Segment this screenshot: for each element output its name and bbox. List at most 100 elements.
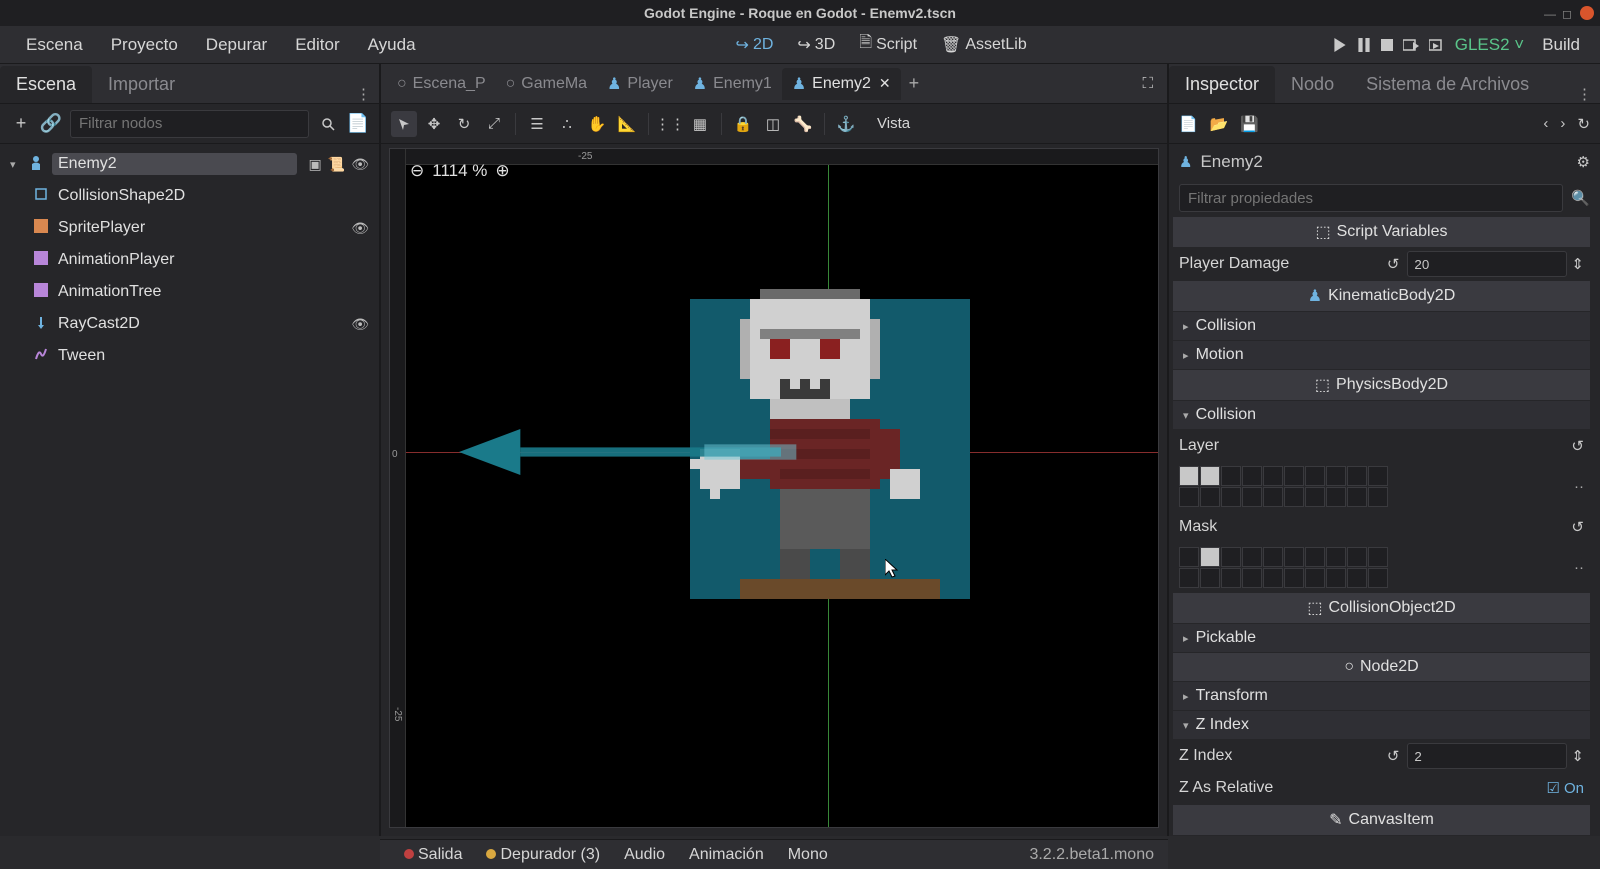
scene-tab[interactable]: ♟Player xyxy=(597,68,683,100)
menu-editor[interactable]: Editor xyxy=(281,29,353,61)
list-select-icon[interactable]: ☰ xyxy=(524,111,550,137)
tree-node[interactable]: SpritePlayer👁 xyxy=(0,212,379,244)
scene-tab[interactable]: ○GameMa xyxy=(496,69,597,99)
instance-icon[interactable]: 🔗 xyxy=(40,113,62,135)
play-icon[interactable] xyxy=(1333,38,1347,52)
tree-node[interactable]: AnimationPlayer xyxy=(0,244,379,276)
revert-icon[interactable]: ↺ xyxy=(1571,518,1584,536)
section-kinematicbody[interactable]: ♟ KinematicBody2D xyxy=(1173,281,1590,311)
tab-inspector[interactable]: Inspector xyxy=(1169,66,1275,103)
scene-tab-active[interactable]: ♟Enemy2✕ xyxy=(782,68,901,100)
panel-audio[interactable]: Audio xyxy=(614,846,675,864)
search-icon[interactable] xyxy=(317,113,339,135)
spinner-icon[interactable]: ⇕ xyxy=(1571,255,1584,273)
section-collisionobject[interactable]: ⬚ CollisionObject2D xyxy=(1173,593,1590,623)
tree-node-root[interactable]: ▾ Enemy2 ▣📜👁 xyxy=(0,148,379,180)
mode-assetlib-button[interactable]: 🗑AssetLib xyxy=(931,27,1037,62)
player-damage-input[interactable] xyxy=(1407,251,1567,277)
save-resource-icon[interactable]: 💾 xyxy=(1240,115,1259,133)
bone-icon[interactable]: 🦴 xyxy=(790,111,816,137)
close-icon[interactable] xyxy=(1580,6,1594,20)
search-icon[interactable]: 🔍 xyxy=(1563,189,1590,207)
panel-animacion[interactable]: Animación xyxy=(679,846,774,864)
2d-viewport[interactable]: -25 0 -25 ⊖ 1114 % ⊕ xyxy=(389,148,1159,828)
menu-proyecto[interactable]: Proyecto xyxy=(97,29,192,61)
ruler-tool-icon[interactable]: 📐 xyxy=(614,111,640,137)
zoom-in-icon[interactable]: ⊕ xyxy=(495,161,509,181)
settings-icon[interactable]: ⚙ xyxy=(1577,153,1590,171)
cat-transform[interactable]: Transform xyxy=(1173,682,1590,710)
stop-icon[interactable] xyxy=(1381,39,1393,51)
tree-node[interactable]: AnimationTree xyxy=(0,276,379,308)
scene-tab[interactable]: ♟Enemy1 xyxy=(683,68,782,100)
tab-filesystem[interactable]: Sistema de Archivos xyxy=(1350,66,1545,103)
cat-collision-open[interactable]: Collision xyxy=(1173,401,1590,429)
history-back-icon[interactable]: ‹ xyxy=(1543,115,1548,132)
visibility-icon[interactable]: 👁 xyxy=(351,156,369,173)
scene-tree[interactable]: ▾ Enemy2 ▣📜👁 CollisionShape2D SpritePlay… xyxy=(0,144,379,376)
revert-icon[interactable]: ↺ xyxy=(1571,437,1584,455)
build-button[interactable]: Build xyxy=(1534,35,1588,55)
cat-pickable[interactable]: Pickable xyxy=(1173,624,1590,652)
scene-filter-input[interactable] xyxy=(70,110,309,138)
menu-escena[interactable]: Escena xyxy=(12,29,97,61)
menu-depurar[interactable]: Depurar xyxy=(192,29,281,61)
view-menu[interactable]: Vista xyxy=(869,111,918,136)
section-physicsbody[interactable]: ⬚ PhysicsBody2D xyxy=(1173,370,1590,400)
distraction-free-icon[interactable]: ⛶ xyxy=(1134,75,1161,92)
new-resource-icon[interactable]: 📄 xyxy=(1179,115,1198,133)
section-node2d[interactable]: ○ Node2D xyxy=(1173,653,1590,681)
mode-3d-button[interactable]: ↪3D xyxy=(787,27,845,62)
menu-ayuda[interactable]: Ayuda xyxy=(354,29,430,61)
snap-icon[interactable]: ⋮⋮ xyxy=(657,111,683,137)
visibility-icon[interactable]: 👁 xyxy=(351,316,369,333)
visibility-icon[interactable]: 👁 xyxy=(351,220,369,237)
checkbox-on-icon[interactable]: ☑ xyxy=(1547,779,1560,797)
tab-importar[interactable]: Importar xyxy=(92,66,191,103)
mode-2d-button[interactable]: ↪2D xyxy=(726,27,784,62)
select-tool-icon[interactable] xyxy=(391,111,417,137)
pause-icon[interactable] xyxy=(1357,38,1371,52)
zoom-out-icon[interactable]: ⊖ xyxy=(410,161,424,181)
maximize-icon[interactable]: ◻ xyxy=(1562,7,1574,19)
history-forward-icon[interactable]: › xyxy=(1560,115,1565,132)
mask-grid[interactable]: ·· xyxy=(1169,543,1594,592)
cat-motion[interactable]: Motion xyxy=(1173,341,1590,369)
load-resource-icon[interactable]: 📂 xyxy=(1210,115,1229,133)
property-filter-input[interactable] xyxy=(1179,184,1563,212)
script-open-icon[interactable]: 📜 xyxy=(328,156,345,173)
play-custom-icon[interactable] xyxy=(1429,38,1445,52)
history-icon[interactable]: ↻ xyxy=(1577,115,1590,133)
play-scene-icon[interactable] xyxy=(1403,38,1419,52)
pan-tool-icon[interactable]: ✋ xyxy=(584,111,610,137)
rotate-tool-icon[interactable]: ↻ xyxy=(451,111,477,137)
dock-menu-icon[interactable]: ⋮ xyxy=(1569,85,1600,103)
scale-tool-icon[interactable]: ⤢ xyxy=(481,111,507,137)
collapse-icon[interactable]: ▾ xyxy=(10,158,22,171)
mask-more-icon[interactable]: ·· xyxy=(1574,559,1584,576)
panel-salida[interactable]: Salida xyxy=(394,846,472,864)
move-tool-icon[interactable]: ✥ xyxy=(421,111,447,137)
renderer-dropdown[interactable]: GLES2 ˅ xyxy=(1455,35,1524,55)
zindex-input[interactable] xyxy=(1407,743,1567,769)
tab-escena[interactable]: Escena xyxy=(0,66,92,103)
panel-depurador[interactable]: Depurador (3) xyxy=(476,846,610,864)
grid-snap-icon[interactable]: ▦ xyxy=(687,111,713,137)
layer-more-icon[interactable]: ·· xyxy=(1574,478,1584,495)
group-icon[interactable]: ◫ xyxy=(760,111,786,137)
close-tab-icon[interactable]: ✕ xyxy=(879,75,891,92)
tree-node[interactable]: RayCast2D👁 xyxy=(0,308,379,340)
spinner-icon[interactable]: ⇕ xyxy=(1571,747,1584,765)
inspector-body[interactable]: ⬚ Script Variables Player Damage ↺ ⇕ ♟ K… xyxy=(1169,216,1600,836)
layer-grid[interactable]: ·· xyxy=(1169,462,1594,511)
lock-icon[interactable]: 🔒 xyxy=(730,111,756,137)
anchor-icon[interactable]: ⚓ xyxy=(833,111,859,137)
new-tab-button[interactable]: + xyxy=(901,73,928,94)
mode-script-button[interactable]: 🗎Script xyxy=(849,27,927,62)
add-node-icon[interactable]: + xyxy=(10,113,32,135)
pivot-icon[interactable]: ∴ xyxy=(554,111,580,137)
instance-marker-icon[interactable]: ▣ xyxy=(309,156,322,173)
tab-nodo[interactable]: Nodo xyxy=(1275,66,1350,103)
dock-menu-icon[interactable]: ⋮ xyxy=(348,85,379,103)
panel-mono[interactable]: Mono xyxy=(778,846,838,864)
